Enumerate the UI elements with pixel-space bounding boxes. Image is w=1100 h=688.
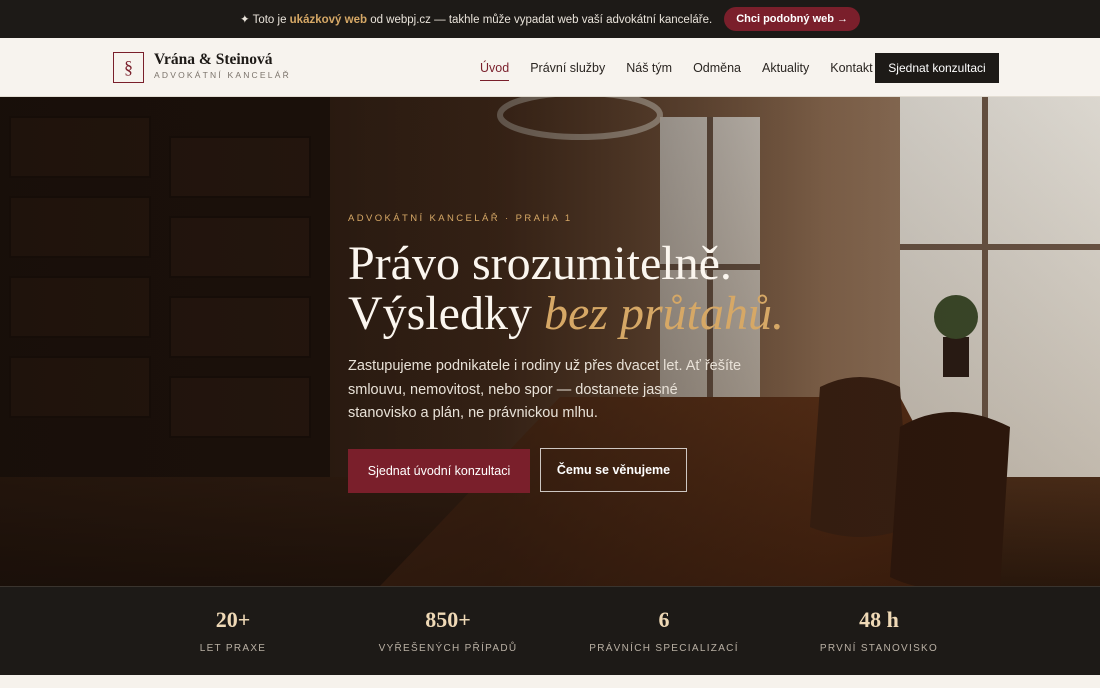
stat-label: PRÁVNÍCH SPECIALIZACÍ: [589, 643, 739, 654]
hero-section: ADVOKÁTNÍ KANCELÁŘ · PRAHA 1 Právo srozu…: [0, 97, 1100, 586]
stat-label: PRVNÍ STANOVISKO: [819, 643, 939, 654]
brand-subtitle: ADVOKÁTNÍ KANCELÁŘ: [154, 70, 291, 80]
hero-title-line2: Výsledky bez průtahů.: [348, 287, 784, 340]
hero-lead: Zastupujeme podnikatele i rodiny už přes…: [348, 358, 742, 421]
stat-label: LET PRAXE: [199, 643, 267, 654]
schedule-consultation-button[interactable]: Sjednat konzultaci: [875, 53, 999, 83]
want-similar-web-button[interactable]: Chci podobný web →: [724, 7, 861, 31]
stat-value: 850+: [425, 607, 471, 632]
site-header: § Vrána & Steinová ADVOKÁTNÍ KANCELÁŘ Úv…: [0, 38, 1100, 97]
stat-value: 6: [658, 607, 670, 632]
nav-item-nas-tym[interactable]: Náš tým: [626, 61, 672, 75]
hero-title-line1: Právo srozumitelně.: [348, 237, 732, 290]
nav-item-uvod[interactable]: Úvod: [480, 61, 510, 81]
brand-name[interactable]: Vrána & Steinová: [154, 51, 273, 69]
next-section-edge: [0, 675, 1100, 688]
intro-consultation-button[interactable]: Sjednat úvodní konzultaci: [348, 449, 530, 493]
stat-value: 48 h: [859, 607, 899, 632]
hero-eyebrow: ADVOKÁTNÍ KANCELÁŘ · PRAHA 1: [348, 213, 573, 224]
nav-item-pravni-sluzby[interactable]: Právní služby: [530, 61, 605, 75]
announcement-highlight[interactable]: ukázkový web: [290, 14, 367, 26]
practice-areas-button[interactable]: Čemu se věnujeme: [540, 448, 687, 492]
announcement-bar: ✦ Toto je ukázkový web od webpj.cz — tak…: [0, 0, 1100, 38]
nav-item-kontakt[interactable]: Kontakt: [830, 61, 872, 75]
announcement-text: ✦ Toto je ukázkový web od webpj.cz — tak…: [239, 14, 713, 26]
logo-paragraph-icon[interactable]: §: [113, 52, 144, 83]
nav-item-odmena[interactable]: Odměna: [693, 61, 741, 75]
main-nav: Úvod Právní služby Náš tým Odměna Aktual…: [480, 61, 873, 81]
stat-label: VYŘEŠENÝCH PŘÍPADŮ: [378, 643, 518, 654]
stat-value: 20+: [215, 607, 251, 632]
hero-title-emphasis: bez průtahů.: [543, 287, 784, 340]
stats-bar: 20+ LET PRAXE 850+ VYŘEŠENÝCH PŘÍPADŮ 6 …: [0, 586, 1100, 675]
hero-overlay: [0, 97, 1100, 586]
nav-item-aktuality[interactable]: Aktuality: [762, 61, 809, 75]
